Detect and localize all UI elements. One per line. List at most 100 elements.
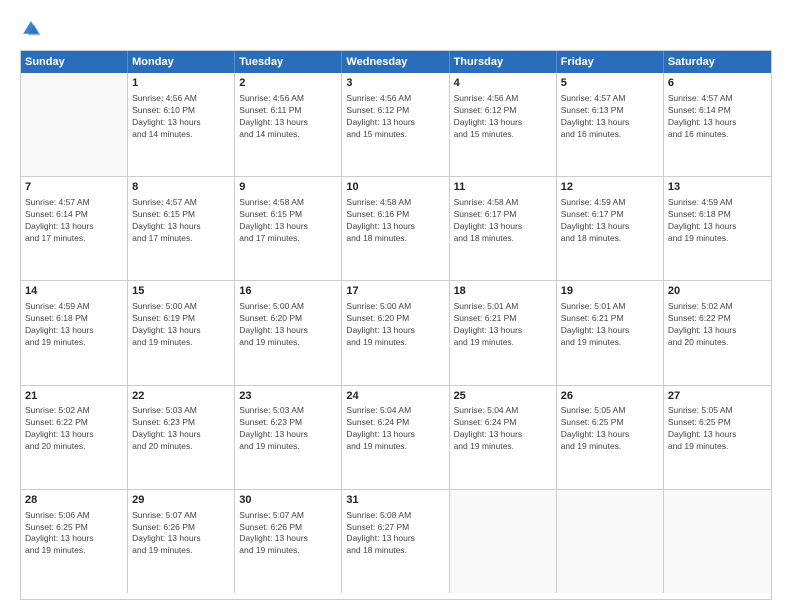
day-number: 23 bbox=[239, 389, 337, 404]
calendar-cell: 15 Sunrise: 5:00 AM Sunset: 6:19 PM Dayli… bbox=[128, 281, 235, 384]
header-day-monday: Monday bbox=[128, 51, 235, 73]
calendar-cell: 22Sunrise: 5:03 AM Sunset: 6:23 PM Dayli… bbox=[128, 386, 235, 489]
day-number: 6 bbox=[668, 76, 767, 91]
day-number: 25 bbox=[454, 389, 552, 404]
calendar-cell: 9 Sunrise: 4:58 AM Sunset: 6:15 PM Daylig… bbox=[235, 177, 342, 280]
header-day-thursday: Thursday bbox=[450, 51, 557, 73]
calendar-cell: 3 Sunrise: 4:56 AM Sunset: 6:12 PM Daylig… bbox=[342, 73, 449, 176]
day-number: 28 bbox=[25, 493, 123, 508]
cell-info: Sunrise: 4:58 AM Sunset: 6:17 PM Dayligh… bbox=[454, 197, 552, 245]
calendar-cell bbox=[557, 490, 664, 593]
calendar-body: 1 Sunrise: 4:56 AM Sunset: 6:10 PM Daylig… bbox=[21, 73, 771, 593]
logo bbox=[20, 18, 46, 40]
day-number: 22 bbox=[132, 389, 230, 404]
header-day-sunday: Sunday bbox=[21, 51, 128, 73]
cell-info: Sunrise: 4:58 AM Sunset: 6:16 PM Dayligh… bbox=[346, 197, 444, 245]
calendar-cell: 29 Sunrise: 5:07 AM Sunset: 6:26 PM Dayli… bbox=[128, 490, 235, 593]
calendar-cell: 2 Sunrise: 4:56 AM Sunset: 6:11 PM Daylig… bbox=[235, 73, 342, 176]
calendar-cell: 11 Sunrise: 4:58 AM Sunset: 6:17 PM Dayli… bbox=[450, 177, 557, 280]
calendar-cell: 26Sunrise: 5:05 AM Sunset: 6:25 PM Dayli… bbox=[557, 386, 664, 489]
day-number: 24 bbox=[346, 389, 444, 404]
calendar-cell: 25Sunrise: 5:04 AM Sunset: 6:24 PM Dayli… bbox=[450, 386, 557, 489]
calendar-cell: 23Sunrise: 5:03 AM Sunset: 6:23 PM Dayli… bbox=[235, 386, 342, 489]
cell-info: Sunrise: 4:56 AM Sunset: 6:12 PM Dayligh… bbox=[454, 93, 552, 141]
day-number: 12 bbox=[561, 180, 659, 195]
cell-info: Sunrise: 4:58 AM Sunset: 6:15 PM Dayligh… bbox=[239, 197, 337, 245]
cell-info: Sunrise: 4:57 AM Sunset: 6:14 PM Dayligh… bbox=[668, 93, 767, 141]
day-number: 26 bbox=[561, 389, 659, 404]
day-number: 17 bbox=[346, 284, 444, 299]
page-header bbox=[20, 18, 772, 40]
cell-info: Sunrise: 5:04 AM Sunset: 6:24 PM Dayligh… bbox=[454, 405, 552, 453]
calendar-cell: 4Sunrise: 4:56 AM Sunset: 6:12 PM Daylig… bbox=[450, 73, 557, 176]
day-number: 21 bbox=[25, 389, 123, 404]
day-number: 5 bbox=[561, 76, 659, 91]
calendar-cell: 16 Sunrise: 5:00 AM Sunset: 6:20 PM Dayli… bbox=[235, 281, 342, 384]
day-number: 1 bbox=[132, 76, 230, 91]
cell-info: Sunrise: 5:03 AM Sunset: 6:23 PM Dayligh… bbox=[132, 405, 230, 453]
calendar-cell: 8Sunrise: 4:57 AM Sunset: 6:15 PM Daylig… bbox=[128, 177, 235, 280]
cell-info: Sunrise: 5:02 AM Sunset: 6:22 PM Dayligh… bbox=[25, 405, 123, 453]
cell-info: Sunrise: 4:59 AM Sunset: 6:18 PM Dayligh… bbox=[668, 197, 767, 245]
cell-info: Sunrise: 4:56 AM Sunset: 6:11 PM Dayligh… bbox=[239, 93, 337, 141]
calendar-cell bbox=[664, 490, 771, 593]
day-number: 18 bbox=[454, 284, 552, 299]
calendar-row: 21Sunrise: 5:02 AM Sunset: 6:22 PM Dayli… bbox=[21, 386, 771, 490]
cell-info: Sunrise: 5:00 AM Sunset: 6:19 PM Dayligh… bbox=[132, 301, 230, 349]
calendar-cell: 14 Sunrise: 4:59 AM Sunset: 6:18 PM Dayli… bbox=[21, 281, 128, 384]
calendar-cell: 18Sunrise: 5:01 AM Sunset: 6:21 PM Dayli… bbox=[450, 281, 557, 384]
cell-info: Sunrise: 4:59 AM Sunset: 6:18 PM Dayligh… bbox=[25, 301, 123, 349]
day-number: 13 bbox=[668, 180, 767, 195]
cell-info: Sunrise: 5:08 AM Sunset: 6:27 PM Dayligh… bbox=[346, 510, 444, 558]
cell-info: Sunrise: 5:00 AM Sunset: 6:20 PM Dayligh… bbox=[346, 301, 444, 349]
cell-info: Sunrise: 5:02 AM Sunset: 6:22 PM Dayligh… bbox=[668, 301, 767, 349]
calendar-row: 7Sunrise: 4:57 AM Sunset: 6:14 PM Daylig… bbox=[21, 177, 771, 281]
header-day-friday: Friday bbox=[557, 51, 664, 73]
calendar: SundayMondayTuesdayWednesdayThursdayFrid… bbox=[20, 50, 772, 600]
header-day-saturday: Saturday bbox=[664, 51, 771, 73]
cell-info: Sunrise: 5:04 AM Sunset: 6:24 PM Dayligh… bbox=[346, 405, 444, 453]
calendar-cell: 20 Sunrise: 5:02 AM Sunset: 6:22 PM Dayli… bbox=[664, 281, 771, 384]
calendar-cell: 17 Sunrise: 5:00 AM Sunset: 6:20 PM Dayli… bbox=[342, 281, 449, 384]
day-number: 16 bbox=[239, 284, 337, 299]
calendar-header: SundayMondayTuesdayWednesdayThursdayFrid… bbox=[21, 51, 771, 73]
day-number: 20 bbox=[668, 284, 767, 299]
day-number: 29 bbox=[132, 493, 230, 508]
header-day-wednesday: Wednesday bbox=[342, 51, 449, 73]
calendar-row: 28 Sunrise: 5:06 AM Sunset: 6:25 PM Dayli… bbox=[21, 490, 771, 593]
day-number: 8 bbox=[132, 180, 230, 195]
calendar-cell: 27Sunrise: 5:05 AM Sunset: 6:25 PM Dayli… bbox=[664, 386, 771, 489]
day-number: 3 bbox=[346, 76, 444, 91]
day-number: 14 bbox=[25, 284, 123, 299]
day-number: 10 bbox=[346, 180, 444, 195]
cell-info: Sunrise: 5:05 AM Sunset: 6:25 PM Dayligh… bbox=[561, 405, 659, 453]
calendar-cell: 19Sunrise: 5:01 AM Sunset: 6:21 PM Dayli… bbox=[557, 281, 664, 384]
cell-info: Sunrise: 4:56 AM Sunset: 6:12 PM Dayligh… bbox=[346, 93, 444, 141]
day-number: 31 bbox=[346, 493, 444, 508]
day-number: 9 bbox=[239, 180, 337, 195]
cell-info: Sunrise: 4:56 AM Sunset: 6:10 PM Dayligh… bbox=[132, 93, 230, 141]
day-number: 11 bbox=[454, 180, 552, 195]
calendar-cell: 28 Sunrise: 5:06 AM Sunset: 6:25 PM Dayli… bbox=[21, 490, 128, 593]
day-number: 15 bbox=[132, 284, 230, 299]
cell-info: Sunrise: 5:01 AM Sunset: 6:21 PM Dayligh… bbox=[561, 301, 659, 349]
calendar-cell: 24Sunrise: 5:04 AM Sunset: 6:24 PM Dayli… bbox=[342, 386, 449, 489]
calendar-cell: 6 Sunrise: 4:57 AM Sunset: 6:14 PM Daylig… bbox=[664, 73, 771, 176]
calendar-cell bbox=[450, 490, 557, 593]
cell-info: Sunrise: 4:57 AM Sunset: 6:14 PM Dayligh… bbox=[25, 197, 123, 245]
day-number: 2 bbox=[239, 76, 337, 91]
calendar-cell: 7Sunrise: 4:57 AM Sunset: 6:14 PM Daylig… bbox=[21, 177, 128, 280]
calendar-cell: 5Sunrise: 4:57 AM Sunset: 6:13 PM Daylig… bbox=[557, 73, 664, 176]
calendar-cell: 10 Sunrise: 4:58 AM Sunset: 6:16 PM Dayli… bbox=[342, 177, 449, 280]
day-number: 30 bbox=[239, 493, 337, 508]
cell-info: Sunrise: 5:07 AM Sunset: 6:26 PM Dayligh… bbox=[132, 510, 230, 558]
calendar-cell: 1 Sunrise: 4:56 AM Sunset: 6:10 PM Daylig… bbox=[128, 73, 235, 176]
cell-info: Sunrise: 5:00 AM Sunset: 6:20 PM Dayligh… bbox=[239, 301, 337, 349]
logo-icon bbox=[20, 18, 42, 40]
calendar-row: 14 Sunrise: 4:59 AM Sunset: 6:18 PM Dayli… bbox=[21, 281, 771, 385]
day-number: 27 bbox=[668, 389, 767, 404]
calendar-page: SundayMondayTuesdayWednesdayThursdayFrid… bbox=[0, 0, 792, 612]
cell-info: Sunrise: 5:06 AM Sunset: 6:25 PM Dayligh… bbox=[25, 510, 123, 558]
cell-info: Sunrise: 4:59 AM Sunset: 6:17 PM Dayligh… bbox=[561, 197, 659, 245]
cell-info: Sunrise: 5:05 AM Sunset: 6:25 PM Dayligh… bbox=[668, 405, 767, 453]
